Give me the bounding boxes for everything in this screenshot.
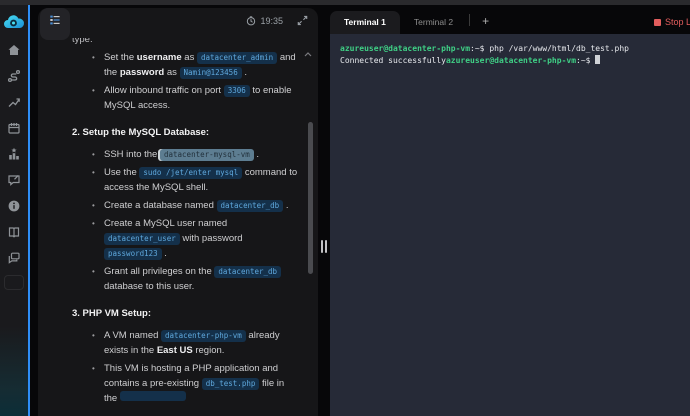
scrollbar-thumb[interactable] <box>308 122 313 274</box>
instruction-heading: 3. PHP VM Setup: <box>72 306 298 321</box>
info-icon[interactable] <box>7 199 21 213</box>
panel-resize-handle[interactable] <box>321 240 327 253</box>
terminal-prompt: azureuser@datacenter-php-vm <box>340 44 470 53</box>
code-chip: datacenter-php-vm <box>161 330 246 342</box>
bullet-dot: • <box>92 83 104 113</box>
task-list-button[interactable] <box>40 8 70 40</box>
code-chip: Namin@123456 <box>180 67 242 79</box>
text-run: as <box>164 67 179 78</box>
text-run: Create a database named <box>104 200 217 211</box>
window-top-strip <box>0 0 690 5</box>
bold-text: 2. Setup the MySQL Database: <box>72 127 209 138</box>
new-terminal-button[interactable]: + <box>472 14 499 34</box>
bold-text: 3. PHP VM Setup: <box>72 308 151 319</box>
stop-label: Stop La <box>665 17 690 27</box>
task-list-icon <box>49 14 61 26</box>
home-icon[interactable] <box>7 43 21 57</box>
code-chip: datacenter_admin <box>197 52 277 64</box>
instruction-heading: 2. Setup the MySQL Database: <box>72 125 298 140</box>
bold-text: password <box>120 67 164 78</box>
instruction-bullet: •Create a MySQL user named datacenter_us… <box>92 216 298 261</box>
instruction-bullet: •Create a database named datacenter_db . <box>92 198 298 213</box>
terminal-line: azureuser@datacenter-php-vm:~$ php /var/… <box>340 43 680 55</box>
text-run: Create a MySQL user named <box>104 218 227 229</box>
terminal-panel: Terminal 1 Terminal 2 + Stop La azureuse… <box>330 8 690 416</box>
text-run: . <box>283 200 288 211</box>
tab-separator <box>469 14 470 26</box>
code-chip: password123 <box>104 248 162 260</box>
card-topbar: 19:35 <box>246 15 308 26</box>
instruction-bullet: •Use the sudo /jet/enter mysql command t… <box>92 165 298 195</box>
text-run: SSH into the <box>104 149 160 160</box>
tab-terminal-2[interactable]: Terminal 2 <box>400 11 467 34</box>
text-run: Grant all privileges on the <box>104 266 214 277</box>
instructions-panel: 19:35 type.•Set the username as datacent… <box>38 8 318 416</box>
tab-terminal-1[interactable]: Terminal 1 <box>330 11 400 34</box>
timer-value: 19:35 <box>260 16 283 26</box>
instruction-bullet: •Allow inbound traffic on port 3306 to e… <box>92 83 298 113</box>
sidebar-slot-outline <box>4 275 24 290</box>
code-chip: sudo /jet/enter mysql <box>139 167 242 179</box>
clock-icon <box>246 16 256 26</box>
bullet-dot: • <box>92 165 104 195</box>
terminal-line: Connected successfullyazureuser@datacent… <box>340 55 680 67</box>
bullet-dot: • <box>92 361 104 406</box>
terminal-output[interactable]: azureuser@datacenter-php-vm:~$ php /var/… <box>330 34 690 416</box>
sidebar-gradient <box>0 326 28 416</box>
message-edit-icon[interactable] <box>7 173 21 187</box>
instruction-bullet: •A VM named datacenter-php-vm already ex… <box>92 328 298 358</box>
chat-icon[interactable] <box>7 251 21 265</box>
ranking-stats-icon[interactable] <box>7 147 21 161</box>
bullet-dot: • <box>92 50 104 80</box>
text-run: Use the <box>104 167 139 178</box>
calendar-icon[interactable] <box>7 121 21 135</box>
text-run: as <box>182 52 197 63</box>
code-chip: datacenter_user <box>104 233 180 245</box>
terminal-text: :~$ php /var/www/html/db_test.php <box>470 44 629 53</box>
terminal-cursor <box>595 55 600 64</box>
code-chip: db_test.php <box>202 378 260 390</box>
instruction-bullet: •This VM is hosting a PHP application an… <box>92 361 298 406</box>
terminal-text: Connected successfully <box>340 56 446 65</box>
bullet-dot: • <box>92 147 104 162</box>
scroll-top-button[interactable] <box>304 44 312 62</box>
clipped-line: type. <box>72 38 298 46</box>
bold-text: username <box>137 52 182 63</box>
text-run: . <box>254 149 259 160</box>
instructions-content: type.•Set the username as datacenter_adm… <box>38 38 304 416</box>
terminal-prompt: azureuser@datacenter-php-vm <box>446 56 576 65</box>
code-chip: 3306 <box>224 85 250 97</box>
bullet-dot: • <box>92 328 104 358</box>
instruction-bullet: •SSH into the datacenter-mysql-vm . <box>92 147 298 162</box>
bold-text: East US <box>157 345 193 356</box>
text-run: region. <box>193 345 225 356</box>
code-chip-selected: datacenter-mysql-vm <box>160 149 254 161</box>
bullet-dot: • <box>92 198 104 213</box>
trending-up-icon[interactable] <box>7 95 21 109</box>
bullet-dot: • <box>92 216 104 261</box>
route-icon[interactable] <box>7 69 21 83</box>
terminal-tabbar: Terminal 1 Terminal 2 + Stop La <box>330 8 690 34</box>
text-run: Allow inbound traffic on port <box>104 85 224 96</box>
expand-icon[interactable] <box>297 15 308 26</box>
session-timer: 19:35 <box>246 16 283 26</box>
text-run: . <box>242 67 247 78</box>
code-chip: datacenter_db <box>214 266 281 278</box>
book-icon[interactable] <box>7 225 21 239</box>
stop-icon <box>654 19 661 26</box>
stop-lab-button[interactable]: Stop La <box>654 17 690 34</box>
code-chip: datacenter_db <box>217 200 284 212</box>
cloud-logo-icon[interactable] <box>3 13 25 31</box>
bullet-dot: • <box>92 264 104 294</box>
text-run: Set the <box>104 52 137 63</box>
text-run: A VM named <box>104 330 161 341</box>
instruction-bullet: •Set the username as datacenter_admin an… <box>92 50 298 80</box>
text-run: database to this user. <box>104 281 194 292</box>
text-run: with password <box>180 233 243 244</box>
code-chip-clipped <box>120 391 186 401</box>
text-run: . <box>162 248 167 259</box>
instruction-bullet: •Grant all privileges on the datacenter_… <box>92 264 298 294</box>
sidebar <box>0 5 30 416</box>
terminal-text: :~$ <box>576 56 595 65</box>
